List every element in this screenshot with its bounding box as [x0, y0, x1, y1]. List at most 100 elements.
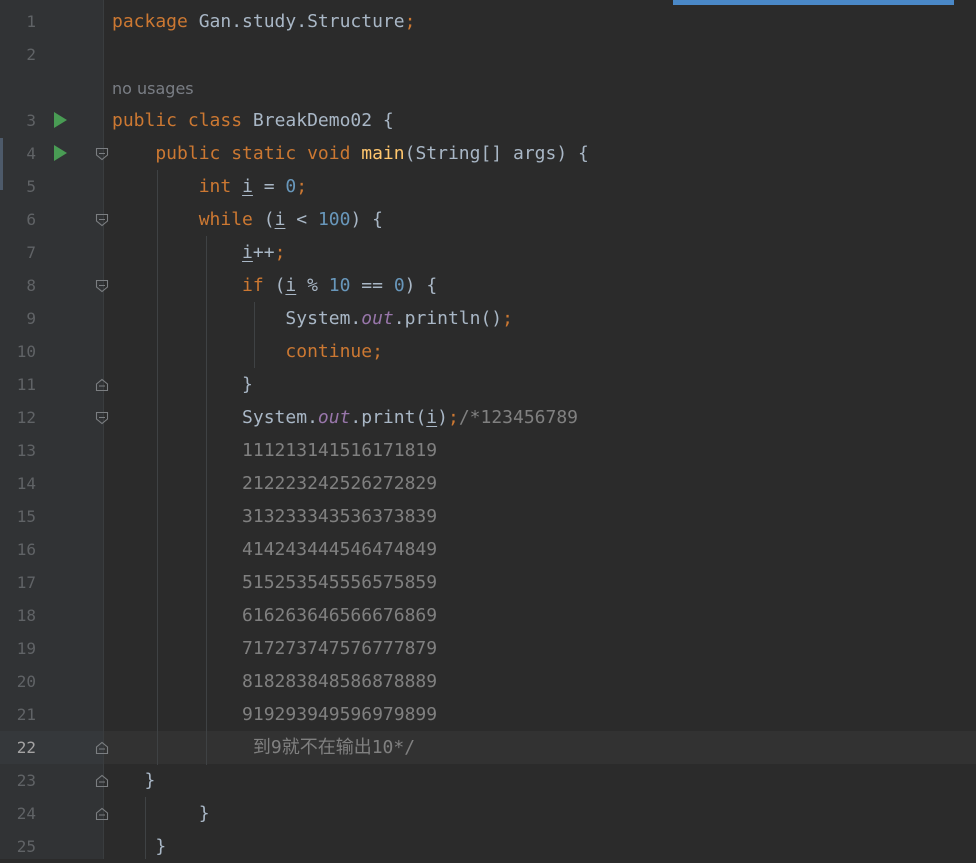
code-token: ;: [502, 308, 513, 329]
code-text: while (i < 100) {: [112, 203, 383, 236]
code-text: 616263646566676869: [112, 599, 437, 632]
code-text: }: [112, 368, 253, 401]
variable-token: i: [274, 209, 286, 230]
code-token: 414243444546474849: [112, 539, 438, 560]
code-line[interactable]: 10 continue;: [0, 335, 976, 368]
code-line[interactable]: 11 }: [0, 368, 976, 401]
code-line[interactable]: 19 717273747576777879: [0, 632, 976, 665]
fold-end-icon[interactable]: [95, 378, 109, 392]
code-text: 到9就不在输出10*/: [112, 731, 415, 764]
code-token: 0: [285, 176, 297, 197]
code-line[interactable]: 18 616263646566676869: [0, 599, 976, 632]
code-token: ) {: [350, 209, 383, 230]
code-text: int i = 0;: [112, 170, 307, 203]
line-number: 7: [26, 243, 36, 262]
code-token: 313233343536373839: [112, 506, 438, 527]
code-line[interactable]: 14 212223242526272829: [0, 467, 976, 500]
line-number: 24: [16, 804, 36, 823]
code-text: i++;: [112, 236, 285, 269]
code-text: 414243444546474849: [112, 533, 437, 566]
line-number: 5: [26, 177, 36, 196]
variable-token: i: [426, 407, 438, 428]
code-line[interactable]: 4 public static void main(String[] args)…: [0, 137, 976, 170]
code-token: }: [112, 803, 210, 824]
code-line[interactable]: 23 }: [0, 764, 976, 797]
line-number: 13: [16, 441, 36, 460]
fold-collapse-icon[interactable]: [95, 213, 109, 227]
code-text: 919293949596979899: [112, 698, 437, 731]
code-line[interactable]: 24 }: [0, 797, 976, 830]
usage-hint[interactable]: no usages: [112, 75, 194, 103]
code-text: 212223242526272829: [112, 467, 437, 500]
code-token: /*123456789: [458, 407, 579, 428]
code-text: }: [112, 764, 156, 797]
code-line[interactable]: 3 public class BreakDemo02 {: [0, 104, 976, 137]
code-token: 111213141516171819: [112, 440, 438, 461]
code-token: ) {: [404, 275, 438, 296]
code-text: package Gan.study.Structure;: [112, 5, 415, 38]
code-token: 717273747576777879: [112, 638, 438, 659]
fold-end-icon[interactable]: [95, 774, 109, 788]
code-token: if: [242, 275, 275, 296]
line-number: 22: [16, 738, 36, 757]
line-number: 8: [26, 276, 36, 295]
code-line[interactable]: 1 package Gan.study.Structure;: [0, 5, 976, 38]
line-number: 20: [16, 672, 36, 691]
code-line[interactable]: 8 if (i % 10 == 0) {: [0, 269, 976, 302]
fold-collapse-icon[interactable]: [95, 411, 109, 425]
fold-end-icon[interactable]: [95, 741, 109, 755]
code-token: ;: [296, 176, 308, 197]
code-text: 313233343536373839: [112, 500, 437, 533]
code-line[interactable]: 20 818283848586878889: [0, 665, 976, 698]
code-text: 818283848586878889: [112, 665, 437, 698]
code-token: ;: [404, 11, 416, 32]
line-number: 2: [26, 45, 36, 64]
code-line[interactable]: 22 到9就不在输出10*/: [0, 731, 976, 764]
code-line[interactable]: 15 313233343536373839: [0, 500, 976, 533]
code-line[interactable]: 2: [0, 38, 976, 71]
fold-collapse-icon[interactable]: [95, 279, 109, 293]
code-token: Gan.study.Structure: [198, 11, 405, 32]
line-number: 21: [16, 705, 36, 724]
code-token: }: [112, 836, 167, 857]
run-gutter-icon[interactable]: [54, 145, 67, 161]
run-gutter-icon[interactable]: [54, 112, 67, 128]
code-line[interactable]: 21 919293949596979899: [0, 698, 976, 731]
code-token: continue;: [285, 341, 383, 362]
code-token: out: [317, 407, 351, 428]
code-text: 111213141516171819: [112, 434, 437, 467]
code-line[interactable]: 7 i++;: [0, 236, 976, 269]
fold-collapse-icon[interactable]: [95, 147, 109, 161]
line-number: 18: [16, 606, 36, 625]
code-line[interactable]: 25 }: [0, 830, 976, 863]
line-number: 12: [16, 408, 36, 427]
code-line[interactable]: 12 System.out.print(i);/*123456789: [0, 401, 976, 434]
code-token: (: [263, 209, 275, 230]
code-token: out: [361, 308, 394, 329]
code-token: (: [274, 275, 286, 296]
code-token: main: [361, 143, 405, 164]
code-token: 100: [317, 209, 351, 230]
code-token: public static void: [112, 143, 362, 164]
code-token: 到9就不在输出10*/: [112, 737, 416, 758]
code-token: 515253545556575859: [112, 572, 438, 593]
code-token: %: [296, 275, 329, 296]
fold-end-icon[interactable]: [95, 807, 109, 821]
code-text: if (i % 10 == 0) {: [112, 269, 437, 302]
code-text: public static void main(String[] args) {: [112, 137, 589, 170]
code-token: public class: [112, 110, 253, 131]
code-line[interactable]: 9 System.out.println();: [0, 302, 976, 335]
code-token: }: [112, 374, 253, 395]
code-line[interactable]: 17 515253545556575859: [0, 566, 976, 599]
code-line[interactable]: 6 while (i < 100) {: [0, 203, 976, 236]
code-line[interactable]: 13 111213141516171819: [0, 434, 976, 467]
code-token: (String[] args) {: [404, 143, 589, 164]
code-line[interactable]: 5 int i = 0;: [0, 170, 976, 203]
code-token: 212223242526272829: [112, 473, 438, 494]
code-line[interactable]: 16 414243444546474849: [0, 533, 976, 566]
code-text: }: [112, 830, 166, 863]
code-token: ): [437, 407, 448, 428]
variable-token: i: [242, 176, 253, 197]
